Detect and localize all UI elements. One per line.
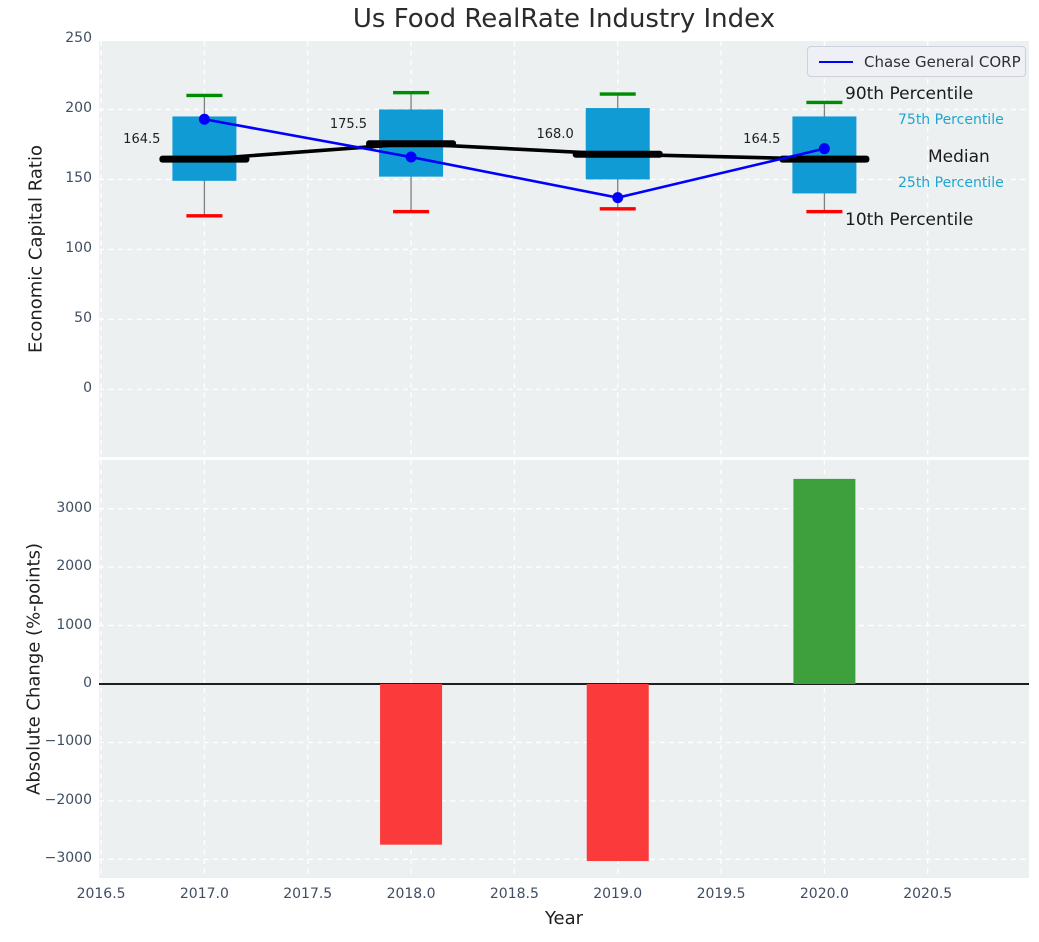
chase-point-2018 — [406, 152, 417, 163]
y-tick-label-bottom: 2000 — [38, 558, 92, 574]
label-90th-percentile: 90th Percentile — [845, 84, 973, 104]
y-tick-label-bottom: 1000 — [38, 617, 92, 633]
x-axis-label: Year — [99, 908, 1029, 929]
bar-2019 — [587, 684, 649, 861]
x-tick-label: 2020.0 — [789, 886, 859, 902]
y-tick-label-top: 250 — [38, 30, 92, 46]
box-2017 — [172, 116, 236, 180]
cap-10th-2020 — [806, 210, 842, 213]
y-tick-label-bottom: 3000 — [38, 500, 92, 516]
x-tick-label: 2018.0 — [376, 886, 446, 902]
bottom-y-axis-label: Absolute Change (%-points) — [24, 543, 45, 795]
label-75th-percentile: 75th Percentile — [898, 112, 1004, 128]
chase-point-2020 — [819, 143, 830, 154]
y-tick-label-top: 150 — [38, 170, 92, 186]
figure: Us Food RealRate Industry Index Economic… — [0, 0, 1039, 942]
median-bar-2017 — [159, 156, 249, 163]
y-tick-label-bottom: 0 — [38, 675, 92, 691]
label-median: Median — [928, 147, 990, 167]
cap-10th-2017 — [186, 214, 222, 217]
cap-90th-2020 — [806, 101, 842, 104]
label-25th-percentile: 25th Percentile — [898, 175, 1004, 191]
median-bar-2018 — [366, 140, 456, 147]
x-tick-label: 2018.5 — [479, 886, 549, 902]
x-tick-label: 2017.0 — [169, 886, 239, 902]
legend-line-sample — [819, 61, 853, 63]
x-tick-label: 2019.0 — [583, 886, 653, 902]
chase-point-2017 — [199, 114, 210, 125]
legend-label: Chase General CORP — [864, 53, 1021, 71]
chase-point-2019 — [612, 192, 623, 203]
cap-90th-2018 — [393, 91, 429, 94]
median-bar-2019 — [573, 151, 663, 158]
y-tick-label-top: 50 — [38, 310, 92, 326]
x-tick-label: 2017.5 — [273, 886, 343, 902]
y-tick-label-top: 200 — [38, 100, 92, 116]
y-tick-label-bottom: −1000 — [38, 733, 92, 749]
y-tick-label-bottom: −2000 — [38, 792, 92, 808]
cap-10th-2019 — [600, 207, 636, 210]
bar-2020 — [793, 479, 855, 684]
x-tick-label: 2016.5 — [66, 886, 136, 902]
cap-10th-2018 — [393, 210, 429, 213]
y-tick-label-top: 0 — [38, 380, 92, 396]
label-10th-percentile: 10th Percentile — [845, 210, 973, 230]
median-annotation: 175.5 — [297, 117, 367, 132]
y-tick-label-top: 100 — [38, 240, 92, 256]
median-annotation: 168.0 — [504, 127, 574, 142]
median-annotation: 164.5 — [710, 132, 780, 147]
cap-90th-2019 — [600, 92, 636, 95]
x-tick-label: 2020.5 — [893, 886, 963, 902]
y-tick-label-bottom: −3000 — [38, 850, 92, 866]
x-tick-label: 2019.5 — [686, 886, 756, 902]
bar-2018 — [380, 684, 442, 845]
cap-90th-2017 — [186, 94, 222, 97]
median-annotation: 164.5 — [90, 132, 160, 147]
legend: Chase General CORP — [807, 46, 1026, 77]
box-2019 — [586, 108, 650, 179]
